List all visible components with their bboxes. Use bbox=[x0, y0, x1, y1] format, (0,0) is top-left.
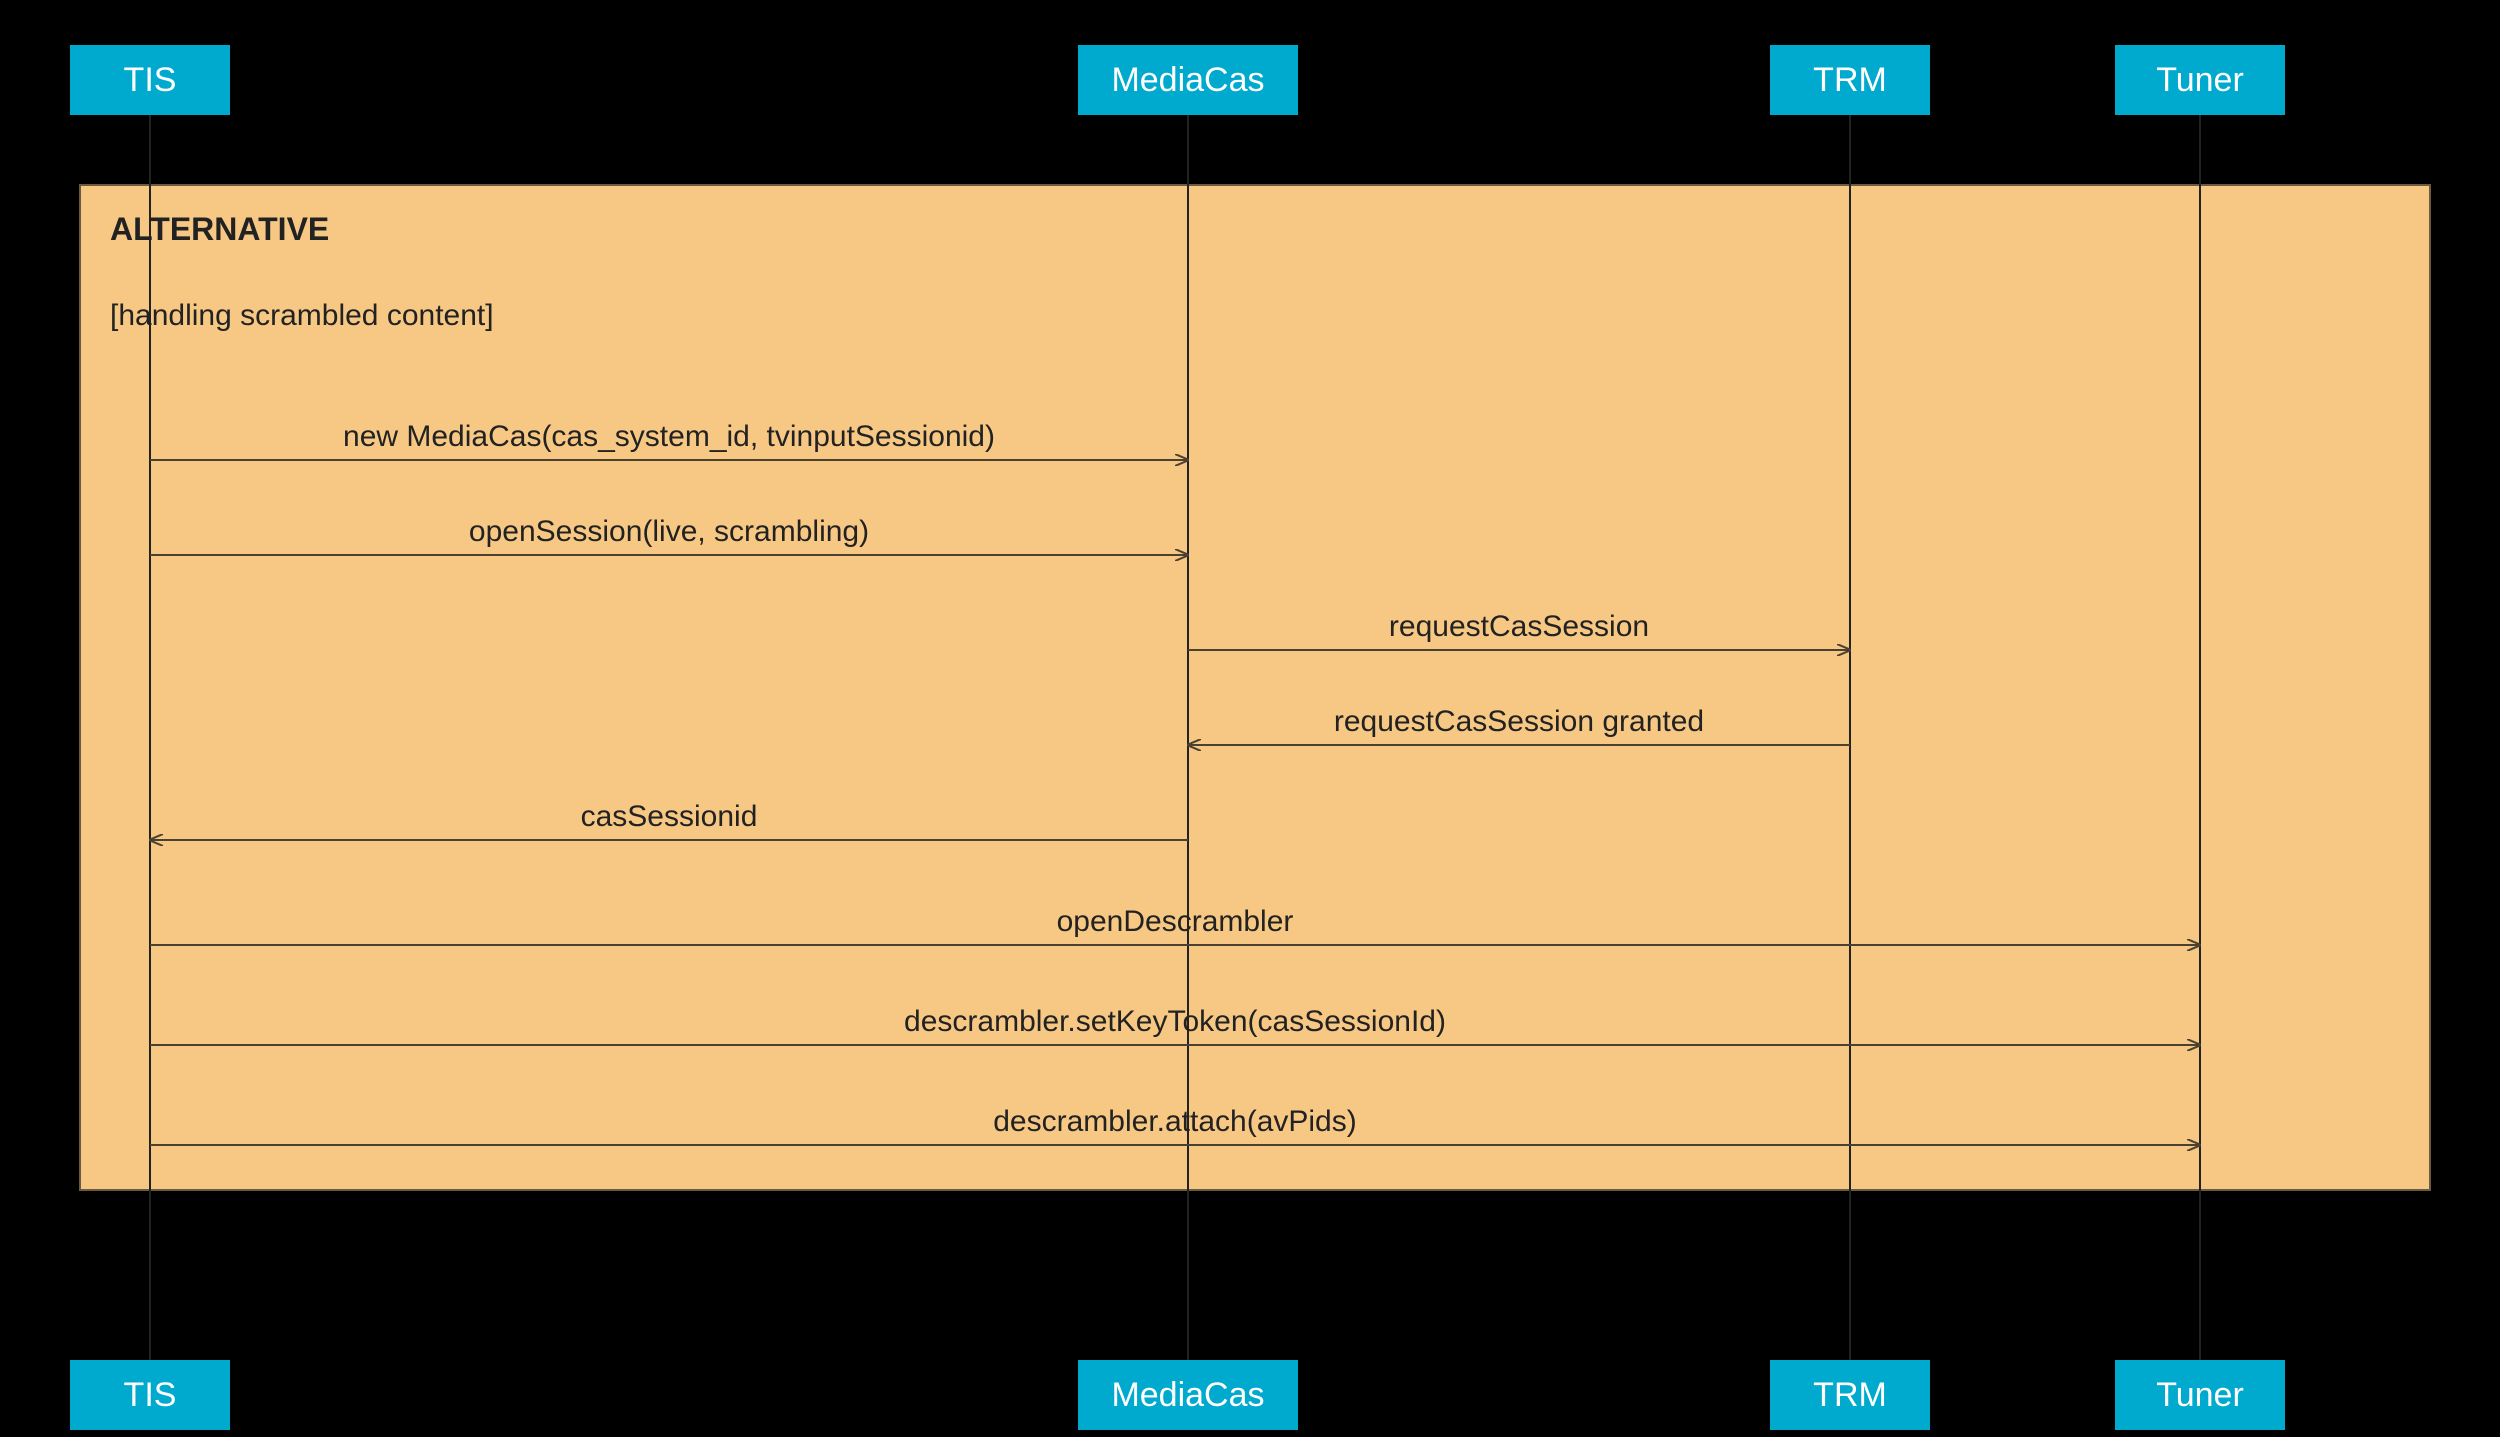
message-label-5: openDescrambler bbox=[1057, 905, 1294, 938]
participant-label-trm: TRM bbox=[1813, 61, 1887, 99]
message-label-2: requestCasSession bbox=[1389, 610, 1649, 643]
message-label-1: openSession(live, scrambling) bbox=[469, 515, 869, 548]
participant-label-tis: TIS bbox=[124, 1376, 177, 1414]
alt-guard: [handling scrambled content] bbox=[110, 299, 494, 332]
participant-label-mediacas: MediaCas bbox=[1111, 61, 1264, 99]
alt-title: ALTERNATIVE bbox=[110, 211, 329, 247]
participant-label-tuner: Tuner bbox=[2156, 1376, 2244, 1414]
participant-label-mediacas: MediaCas bbox=[1111, 1376, 1264, 1414]
message-label-0: new MediaCas(cas_system_id, tvinputSessi… bbox=[343, 420, 995, 453]
message-label-3: requestCasSession granted bbox=[1334, 705, 1704, 738]
message-label-6: descrambler.setKeyToken(casSessionId) bbox=[904, 1005, 1446, 1038]
message-label-7: descrambler.attach(avPids) bbox=[993, 1105, 1357, 1138]
alt-fragment bbox=[80, 185, 2430, 1190]
participant-label-trm: TRM bbox=[1813, 1376, 1887, 1414]
participant-label-tis: TIS bbox=[124, 61, 177, 99]
sequence-diagram: ALTERNATIVE [handling scrambled content] n… bbox=[0, 0, 2500, 1437]
message-label-4: casSessionid bbox=[581, 800, 758, 833]
participant-label-tuner: Tuner bbox=[2156, 61, 2244, 99]
